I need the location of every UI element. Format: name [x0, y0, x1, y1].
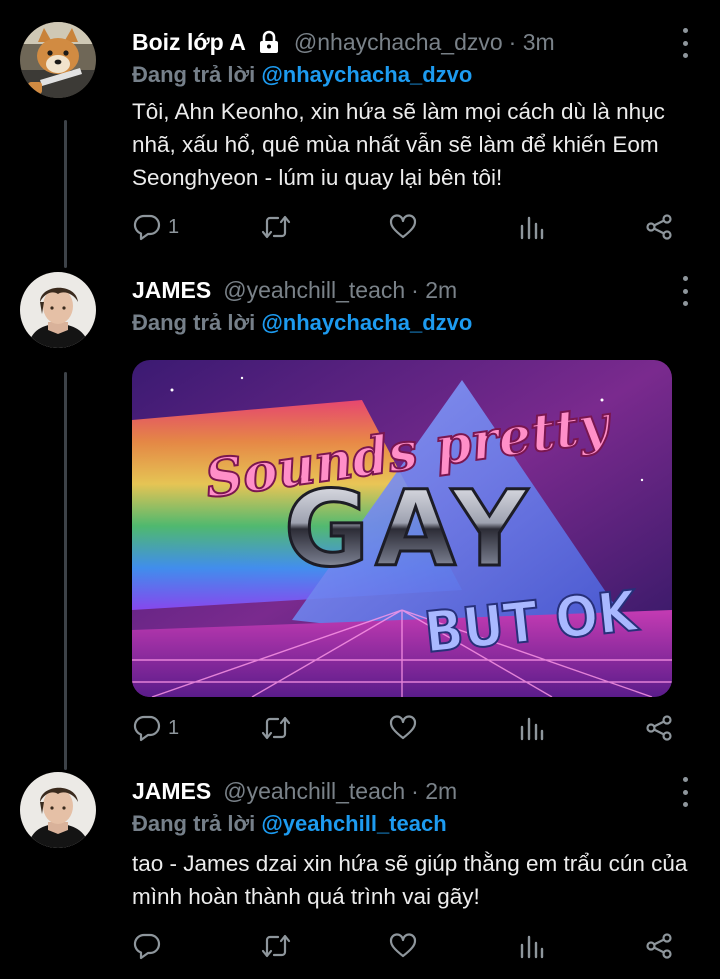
tweet[interactable]: JAMES @yeahchill_teach · 2m Đang trả lời… [0, 256, 720, 756]
action-bar: 1 [132, 210, 692, 244]
person-avatar [20, 772, 96, 848]
retweet-icon [261, 215, 291, 239]
like-button[interactable] [388, 929, 418, 963]
tweet-text: tao - James dzai xin hứa sẽ giúp thằng e… [132, 851, 688, 909]
like-icon [389, 933, 417, 958]
tweet-header: Boiz lớp A @nhaychacha_dzvo · 3m [132, 26, 664, 58]
analytics-button[interactable] [518, 210, 546, 244]
replying-to: Đang trả lời @nhaychacha_dzvo [132, 310, 472, 336]
like-button[interactable] [388, 711, 418, 745]
like-button[interactable] [388, 210, 418, 244]
more-options-icon[interactable] [676, 28, 694, 58]
more-options-icon[interactable] [676, 276, 694, 306]
more-options-icon[interactable] [676, 777, 694, 807]
tweet[interactable]: Boiz lớp A @nhaychacha_dzvo · 3m Đang tr… [0, 0, 720, 256]
replying-mention[interactable]: @nhaychacha_dzvo [261, 310, 472, 335]
action-bar [132, 929, 692, 963]
lock-icon [256, 30, 282, 54]
reply-icon [133, 715, 161, 742]
timestamp[interactable]: · 2m [411, 778, 457, 805]
retweet-icon [261, 716, 291, 740]
reply-button[interactable]: 1 [132, 210, 179, 244]
replying-prefix: Đang trả lời [132, 811, 256, 836]
replying-prefix: Đang trả lời [132, 310, 256, 335]
replying-mention[interactable]: @nhaychacha_dzvo [261, 62, 472, 87]
display-name[interactable]: JAMES [132, 277, 211, 304]
like-icon [389, 214, 417, 239]
shiba-dog-avatar [20, 22, 96, 98]
retweet-button[interactable] [260, 210, 292, 244]
media-text-line2: GAY [284, 468, 533, 590]
share-icon [646, 214, 672, 240]
share-button[interactable] [644, 929, 674, 963]
share-button[interactable] [644, 210, 674, 244]
timestamp[interactable]: · 2m [411, 277, 457, 304]
replying-prefix: Đang trả lời [132, 62, 256, 87]
action-bar: 1 [132, 711, 692, 745]
share-icon [646, 715, 672, 741]
tweet-header: JAMES @yeahchill_teach · 2m [132, 274, 664, 306]
reply-button[interactable]: 1 [132, 711, 179, 745]
display-name[interactable]: JAMES [132, 778, 211, 805]
retweet-button[interactable] [260, 929, 292, 963]
timestamp[interactable]: · 3m [509, 29, 555, 56]
handle[interactable]: @yeahchill_teach [223, 778, 405, 805]
replying-to: Đang trả lời @yeahchill_teach [132, 811, 447, 837]
retweet-button[interactable] [260, 711, 292, 745]
retweet-icon [261, 934, 291, 958]
replying-to: Đang trả lời @nhaychacha_dzvo [132, 62, 472, 88]
share-button[interactable] [644, 711, 674, 745]
reply-count: 1 [168, 716, 180, 739]
share-icon [646, 933, 672, 959]
like-icon [389, 715, 417, 740]
reply-count: 1 [168, 215, 180, 238]
avatar[interactable] [20, 272, 96, 348]
tweet-header: JAMES @yeahchill_teach · 2m [132, 775, 664, 807]
analytics-icon [520, 717, 544, 741]
person-avatar [20, 272, 96, 348]
analytics-button[interactable] [518, 929, 546, 963]
tweet[interactable]: JAMES @yeahchill_teach · 2m Đang trả lời… [0, 756, 720, 979]
reply-icon [133, 933, 161, 960]
handle[interactable]: @nhaychacha_dzvo [294, 29, 503, 56]
analytics-icon [520, 216, 544, 240]
analytics-icon [520, 935, 544, 959]
tweet-text: Tôi, Ahn Keonho, xin hứa sẽ làm mọi cách… [132, 99, 665, 190]
handle[interactable]: @yeahchill_teach [223, 277, 405, 304]
tweet-media-image[interactable]: Sounds pretty GAY BUT OK [132, 360, 672, 697]
avatar[interactable] [20, 22, 96, 98]
display-name[interactable]: Boiz lớp A [132, 29, 246, 56]
reply-button[interactable] [132, 929, 168, 963]
avatar[interactable] [20, 772, 96, 848]
replying-mention[interactable]: @yeahchill_teach [261, 811, 446, 836]
analytics-button[interactable] [518, 711, 546, 745]
reply-icon [133, 214, 161, 241]
